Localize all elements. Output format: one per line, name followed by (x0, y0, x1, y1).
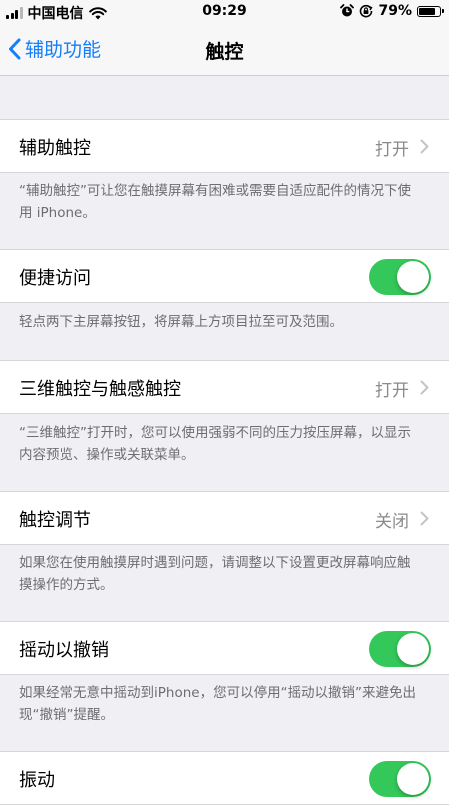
shake-to-undo-toggle[interactable] (369, 631, 431, 667)
assistive-touch-footer: “辅助触控”可让您在触摸屏幕有困难或需要自适应配件的情况下使用 iPhone。 (19, 183, 411, 221)
status-bar: 中国电信 09:29 79% (0, 0, 449, 24)
shake-to-undo-footer: 如果经常无意中摇动到iPhone，您可以停用“摇动以撤销”来避免出现“撤销”提醒… (19, 685, 417, 723)
assistive-touch-label: 辅助触控 (19, 138, 91, 159)
reachability-footer: 轻点两下主屏幕按钮，将屏幕上方项目拉至可及范围。 (19, 314, 343, 330)
vibration-label: 振动 (19, 770, 55, 791)
reachability-toggle[interactable] (369, 259, 431, 295)
touch-accommodations-label: 触控调节 (19, 510, 91, 531)
touch-accommodations-value: 关闭 (375, 512, 409, 532)
vibration-toggle[interactable] (369, 761, 431, 797)
touch-accommodations-row[interactable]: 触控调节 关闭 (0, 491, 449, 545)
battery-percent: 79% (378, 3, 412, 19)
shake-to-undo-row: 摇动以撤销 (0, 621, 449, 675)
orientation-lock-icon (360, 4, 374, 18)
chevron-right-icon (420, 511, 429, 526)
3d-touch-footer: “三维触控”打开时，您可以使用强弱不同的压力按压屏幕，以显示内容预览、操作或关联… (19, 425, 411, 463)
shake-to-undo-label: 摇动以撤销 (19, 640, 109, 661)
3d-touch-label: 三维触控与触感触控 (19, 379, 181, 400)
alarm-icon (340, 4, 355, 17)
3d-touch-value: 打开 (375, 381, 409, 401)
chevron-right-icon (420, 380, 429, 395)
reachability-row: 便捷访问 (0, 249, 449, 303)
battery-fill (419, 7, 435, 15)
page-title: 触控 (205, 41, 244, 63)
vibration-row: 振动 (0, 751, 449, 805)
assistive-touch-value: 打开 (375, 140, 409, 160)
3d-touch-row[interactable]: 三维触控与触感触控 打开 (0, 360, 449, 414)
assistive-touch-row[interactable]: 辅助触控 打开 (0, 119, 449, 173)
touch-accommodations-footer: 如果您在使用触摸屏时遇到问题，请调整以下设置更改屏幕响应触摸操作的方式。 (19, 555, 411, 593)
nav-bar: 辅助功能 触控 (0, 24, 449, 76)
reachability-label: 便捷访问 (19, 268, 91, 289)
battery-icon (417, 5, 444, 17)
chevron-right-icon (420, 139, 429, 154)
status-right: 79% (340, 3, 444, 19)
